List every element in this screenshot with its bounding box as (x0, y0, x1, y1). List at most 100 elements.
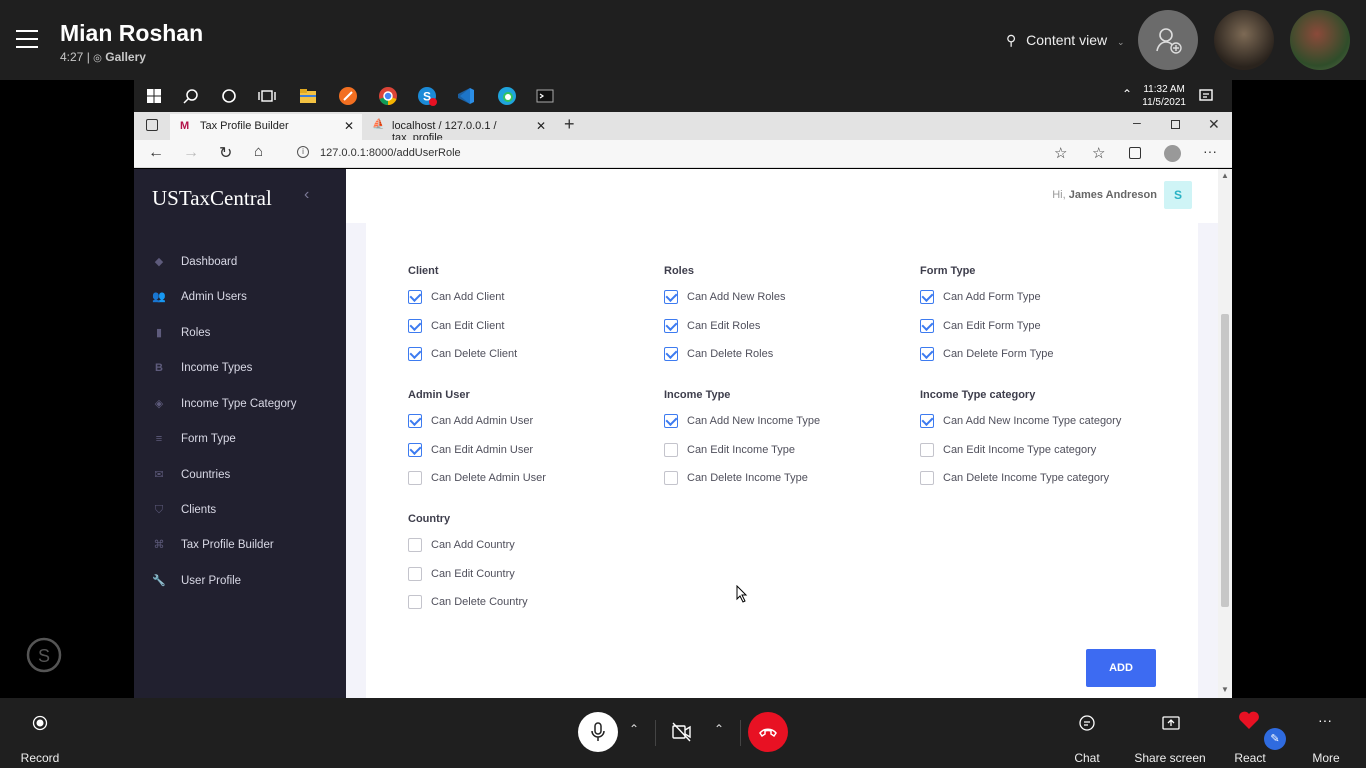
video-options-chevron-icon[interactable]: ⌃ (714, 722, 724, 736)
avatar[interactable]: S (1164, 181, 1192, 209)
brand-logo[interactable]: USTaxCentral (152, 186, 272, 211)
react-label: React (1234, 751, 1266, 765)
checkbox-label: Can Edit Client (431, 320, 505, 332)
user-name: James Andreson (1068, 189, 1157, 201)
scroll-up-icon[interactable]: ▲ (1221, 171, 1229, 180)
close-icon[interactable]: ✕ (344, 119, 354, 133)
checkbox-label: Can Add New Income Type category (943, 415, 1122, 427)
edge-icon[interactable] (497, 86, 517, 106)
checkbox-box[interactable] (920, 414, 934, 428)
skype-icon[interactable]: S (417, 86, 437, 106)
skype-call-controls: Record ⌃ ⌃ Chat Share screen ✎ React ···… (0, 698, 1366, 768)
search-icon[interactable] (181, 86, 201, 106)
more-label: More (1312, 751, 1340, 765)
vscode-icon[interactable] (456, 86, 476, 106)
collapse-sidebar-icon[interactable]: ‹ (304, 186, 309, 204)
tag-icon: ◈ (154, 398, 164, 410)
hamburger-menu-icon[interactable] (16, 30, 38, 54)
checkbox-box[interactable] (408, 538, 422, 552)
checkbox-label: Can Edit Form Type (943, 320, 1041, 332)
checkbox-box[interactable] (920, 319, 934, 333)
windows-start-icon[interactable] (144, 86, 164, 106)
favorites-icon[interactable]: ☆ (1092, 144, 1105, 162)
sidebar-item-label: Form Type (181, 433, 236, 445)
checkbox-box[interactable] (664, 471, 678, 485)
checkbox-box[interactable] (920, 471, 934, 485)
view-mode[interactable]: Gallery (105, 50, 146, 64)
checkbox-label: Can Edit Roles (687, 320, 761, 332)
chrome-icon[interactable] (378, 86, 398, 106)
add-favorite-icon[interactable]: ☆ (1054, 144, 1067, 162)
tab-phpmyadmin[interactable]: ⛵ localhost / 127.0.0.1 / tax_profile ✕ (362, 114, 554, 144)
video-off-icon (672, 722, 691, 742)
address-input[interactable]: 127.0.0.1:8000/addUserRole (320, 147, 461, 159)
minimize-button[interactable]: – (1133, 114, 1141, 130)
checkbox-box[interactable] (408, 567, 422, 581)
notification-icon[interactable] (1196, 86, 1216, 106)
stage-margin (1232, 80, 1366, 698)
checkbox-label: Can Add Country (431, 539, 515, 551)
profile-icon[interactable] (1164, 145, 1181, 162)
checkbox-box[interactable] (664, 347, 678, 361)
sidebar-item-label: User Profile (181, 575, 242, 587)
more-options-icon[interactable]: ··· (1203, 143, 1217, 159)
sidebar-item-label: Dashboard (181, 256, 238, 268)
checkbox-label: Can Delete Roles (687, 348, 774, 360)
participant-avatar[interactable] (1290, 10, 1350, 70)
user-greeting[interactable]: Hi, James Andreson (1052, 189, 1157, 201)
forward-icon[interactable]: → (183, 144, 199, 162)
checkbox-box[interactable] (408, 414, 422, 428)
tab-tax-profile-builder[interactable]: M Tax Profile Builder ✕ (170, 114, 362, 140)
add-people-button[interactable] (1138, 10, 1198, 70)
close-window-button[interactable]: ✕ (1208, 116, 1220, 133)
mute-button[interactable] (578, 712, 618, 752)
back-icon[interactable]: ← (148, 144, 164, 162)
tab-label: Tax Profile Builder (200, 120, 289, 132)
refresh-icon[interactable]: ↻ (219, 143, 232, 163)
home-icon[interactable]: ⌂ (254, 143, 263, 160)
chat-icon (1079, 715, 1095, 731)
checkbox-box[interactable] (408, 347, 422, 361)
checkbox-box[interactable] (664, 414, 678, 428)
clock[interactable]: 11:32 AM 11/5/2021 (1142, 83, 1186, 109)
checkbox-box[interactable] (664, 290, 678, 304)
new-tab-button[interactable]: + (564, 114, 575, 135)
page-scrollbar[interactable]: ▲ ▼ (1218, 169, 1232, 698)
scroll-down-icon[interactable]: ▼ (1221, 685, 1229, 694)
participant-avatar[interactable] (1214, 10, 1274, 70)
tab-actions-icon[interactable] (146, 119, 158, 131)
task-view-icon[interactable] (257, 86, 277, 106)
content-view-button[interactable]: ⚲ Content view ⌄ (1006, 32, 1125, 49)
end-call-button[interactable] (748, 712, 788, 752)
record-label: Record (20, 751, 60, 765)
chevron-up-icon[interactable]: ⌃ (1122, 87, 1132, 101)
record-icon (32, 715, 48, 731)
mouse-cursor-icon (736, 585, 748, 603)
checkbox-box[interactable] (664, 319, 678, 333)
site-favicon-icon: M (180, 120, 190, 132)
checkbox-box[interactable] (408, 319, 422, 333)
checkbox-box[interactable] (408, 290, 422, 304)
divider (740, 720, 741, 746)
add-button[interactable]: ADD (1086, 649, 1156, 687)
close-icon[interactable]: ✕ (536, 119, 546, 133)
chevron-down-icon: ⌄ (1116, 37, 1125, 47)
checkbox-box[interactable] (920, 290, 934, 304)
site-info-icon[interactable]: i (297, 146, 309, 158)
checkbox-box[interactable] (664, 443, 678, 457)
checkbox-box[interactable] (920, 443, 934, 457)
checkbox-box[interactable] (408, 471, 422, 485)
cortana-icon[interactable] (219, 86, 239, 106)
collections-icon[interactable] (1129, 147, 1141, 159)
file-explorer-icon[interactable] (298, 86, 318, 106)
app-icon[interactable] (338, 86, 358, 106)
checkbox-box[interactable] (920, 347, 934, 361)
terminal-icon[interactable] (535, 86, 555, 106)
scrollbar-thumb[interactable] (1221, 314, 1229, 607)
restore-button[interactable] (1171, 120, 1180, 129)
app-header: Hi, James Andreson S (346, 169, 1218, 223)
audio-options-chevron-icon[interactable]: ⌃ (629, 722, 639, 736)
video-button[interactable] (670, 720, 694, 749)
checkbox-box[interactable] (408, 595, 422, 609)
checkbox-box[interactable] (408, 443, 422, 457)
